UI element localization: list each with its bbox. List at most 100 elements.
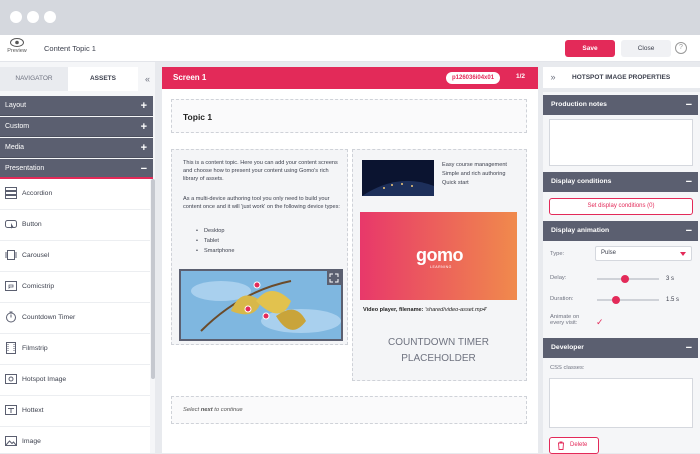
countdown-line: COUNTDOWN TIMER <box>388 337 489 348</box>
leaves-image <box>181 271 341 339</box>
save-button[interactable]: Save <box>565 40 615 57</box>
earth-night-image[interactable] <box>362 160 434 196</box>
close-button[interactable]: Close <box>621 40 671 57</box>
screen-header: Screen 1 p126036i04x01 1/2 <box>162 67 538 89</box>
delete-button[interactable]: Delete <box>549 437 599 454</box>
filmstrip-icon <box>6 342 16 354</box>
asset-list-scrollbar[interactable] <box>151 179 155 379</box>
media-text-line: Easy course management <box>442 162 507 168</box>
screen-title: Screen 1 <box>173 73 207 82</box>
css-classes-field[interactable] <box>549 378 693 428</box>
asset-label: Accordion <box>22 190 53 197</box>
minus-icon: − <box>685 99 692 111</box>
category-label: Media <box>5 144 25 151</box>
asset-label: Image <box>22 438 41 445</box>
topic-title-block[interactable]: Topic 1 <box>171 99 527 133</box>
asset-button[interactable]: Button <box>0 210 150 241</box>
expand-glyph <box>329 273 339 283</box>
next-instruction-block[interactable]: Select next to continue <box>171 396 527 424</box>
countdown-timer-placeholder[interactable]: COUNTDOWN TIMER PLACEHOLDER <box>360 325 517 379</box>
asset-image[interactable]: Image <box>0 427 150 453</box>
category-layout[interactable]: Layout + <box>0 96 153 116</box>
panel-tabs: NAVIGATOR ASSETS « <box>0 67 155 91</box>
window-dot[interactable] <box>10 11 22 23</box>
asset-carousel[interactable]: Carousel <box>0 241 150 272</box>
asset-hottext[interactable]: Hottext <box>0 396 150 427</box>
set-display-conditions-button[interactable]: Set display conditions (0) <box>549 198 693 215</box>
delay-value: 3 s <box>666 276 675 282</box>
device-list-item: Tablet <box>196 238 219 244</box>
next-suffix: to continue <box>214 407 243 413</box>
gomo-logo-subtext: LEARNING <box>430 265 452 269</box>
asset-filmstrip[interactable]: Filmstrip <box>0 334 150 365</box>
production-notes-field[interactable] <box>549 119 693 166</box>
comicstrip-icon <box>5 281 17 291</box>
collapse-left-panel-button[interactable]: « <box>140 67 155 91</box>
help-icon[interactable]: ? <box>675 42 687 54</box>
preview-button[interactable]: Preview <box>6 38 28 54</box>
asset-accordion[interactable]: Accordion <box>0 179 150 210</box>
section-developer[interactable]: Developer − <box>543 338 698 358</box>
section-label: Production notes <box>551 101 607 108</box>
eye-icon <box>10 38 24 47</box>
tab-assets[interactable]: ASSETS <box>68 67 138 91</box>
image-icon <box>5 436 17 446</box>
section-production-notes[interactable]: Production notes − <box>543 95 698 115</box>
screen-id-badge: p126036i04x01 <box>446 72 501 84</box>
type-label: Type: <box>550 251 565 257</box>
next-prefix: Select <box>183 407 200 413</box>
device-list-item: Desktop <box>196 228 224 234</box>
asset-label: Comicstrip <box>22 283 55 290</box>
duration-value: 1.5 s <box>666 297 680 303</box>
asset-label: Filmstrip <box>22 345 48 352</box>
asset-label: Hottext <box>22 407 44 414</box>
category-media[interactable]: Media + <box>0 138 153 158</box>
page-title: Content Topic 1 <box>44 44 96 53</box>
window-dot[interactable] <box>27 11 39 23</box>
css-classes-label: CSS classes: <box>550 365 585 371</box>
hotspot-image[interactable] <box>179 269 343 341</box>
button-icon <box>5 220 17 229</box>
section-display-conditions[interactable]: Display conditions − <box>543 172 698 192</box>
section-label: Display animation <box>551 227 610 234</box>
media-text-line: Simple and rich authoring <box>442 171 506 177</box>
section-label: Display conditions <box>551 178 612 185</box>
intro-paragraph: This is a content topic. Here you can ad… <box>183 160 338 182</box>
tab-navigator[interactable]: NAVIGATOR <box>0 67 68 91</box>
minus-icon: − <box>685 176 692 188</box>
asset-hotspot-image[interactable]: Hotspot Image <box>0 365 150 396</box>
media-text-line: Quick start <box>442 180 469 186</box>
next-instruction: Select next to continue <box>183 407 243 413</box>
video-caption: Video player, filename: 'shared/video-as… <box>363 307 487 313</box>
asset-comicstrip[interactable]: Comicstrip <box>0 272 150 303</box>
category-label: Presentation <box>5 165 45 172</box>
duration-label: Duration: <box>550 296 574 302</box>
window-dot[interactable] <box>44 11 56 23</box>
caption-filename: 'shared/video-asset.mp4' <box>425 307 487 313</box>
minus-icon: − <box>685 225 692 237</box>
next-word: next <box>200 407 213 413</box>
section-label: Developer <box>551 344 584 351</box>
category-presentation[interactable]: Presentation − <box>0 159 153 179</box>
section-display-animation[interactable]: Display animation − <box>543 221 698 241</box>
duration-slider[interactable] <box>597 296 659 304</box>
category-label: Custom <box>5 123 30 130</box>
video-player[interactable]: gomo LEARNING <box>360 212 517 300</box>
countdown-line: PLACEHOLDER <box>401 353 476 364</box>
category-custom[interactable]: Custom + <box>0 117 153 137</box>
accordion-icon <box>5 187 17 199</box>
topic-title: Topic 1 <box>183 112 213 122</box>
asset-label: Countdown Timer <box>22 314 76 321</box>
collapse-right-panel-button[interactable]: » <box>543 67 563 88</box>
properties-title: HOTSPOT IMAGE PROPERTIES <box>563 67 700 88</box>
top-bar: Preview Content Topic 1 Save Close ? <box>0 35 700 62</box>
asset-countdown-timer[interactable]: Countdown Timer <box>0 303 150 334</box>
minus-icon: − <box>685 342 692 354</box>
expand-icon[interactable] <box>327 271 341 285</box>
delay-slider[interactable] <box>597 275 659 283</box>
delete-label: Delete <box>570 442 588 448</box>
animation-type-select[interactable]: Pulse <box>595 246 692 261</box>
animate-every-visit-checkbox[interactable]: ✓ <box>596 317 604 328</box>
preview-label: Preview <box>7 48 27 54</box>
gomo-logo: gomo <box>416 245 464 265</box>
